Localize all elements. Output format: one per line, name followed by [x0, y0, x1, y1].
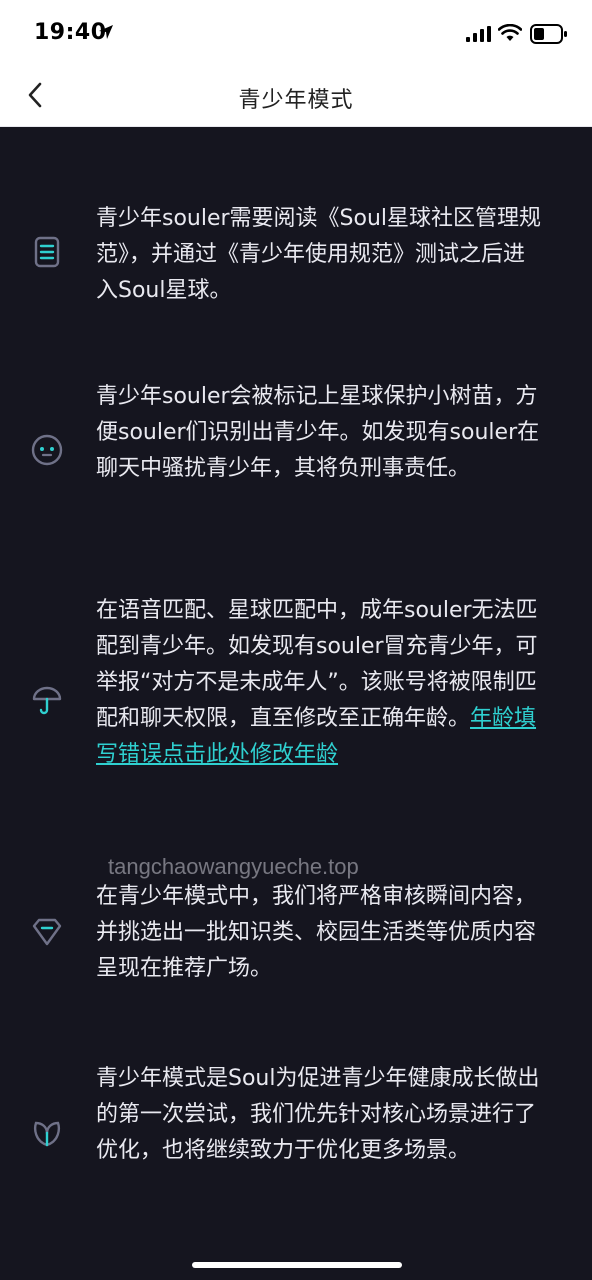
section-text: 在青少年模式中，我们将严格审核瞬间内容，并挑选出一批知识类、校园生活类等优质内容… [96, 884, 537, 981]
location-arrow-icon [99, 25, 113, 39]
face-icon [31, 434, 63, 466]
home-indicator[interactable] [192, 1262, 402, 1268]
page-title: 青少年模式 [238, 88, 354, 113]
battery-icon [530, 24, 567, 44]
nav-bar: 青少年模式 [0, 66, 592, 127]
signal-icon [466, 26, 491, 42]
leaf-icon [33, 1121, 61, 1147]
content-area: 青少年souler需要阅读《Soul星球社区管理规范》，并通过《青少年使用规范》… [0, 127, 592, 1280]
section-text: 青少年模式是Soul为促进青少年健康成长做出的第一次尝试，我们优先针对核心场景进… [96, 1066, 540, 1163]
diamond-icon [32, 918, 62, 946]
section-text: 青少年souler会被标记上星球保护小树苗，方便souler们识别出青少年。如发… [96, 384, 540, 481]
status-bar: 19:40 [0, 0, 592, 66]
umbrella-icon [32, 686, 62, 715]
section-text: 青少年souler需要阅读《Soul星球社区管理规范》，并通过《青少年使用规范》… [96, 206, 542, 303]
status-time: 19:40 [34, 20, 107, 45]
section-text: 在语音匹配、星球匹配中，成年souler无法匹配到青少年。如发现有souler冒… [96, 593, 544, 773]
wifi-icon [498, 24, 522, 41]
document-icon [34, 236, 60, 268]
watermark-text: tangchaowangyueche.top [108, 854, 359, 879]
